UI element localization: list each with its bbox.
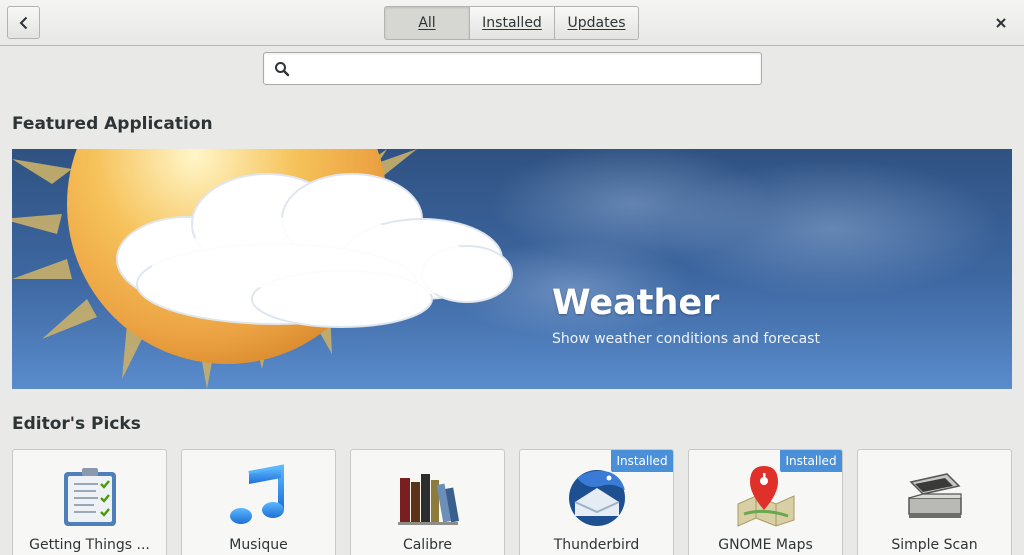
featured-app-description: Show weather conditions and forecast xyxy=(552,331,820,347)
thunderbird-icon xyxy=(569,470,625,526)
getting-things-gnome-icon xyxy=(64,468,116,526)
app-tile-calibre[interactable]: Calibre xyxy=(350,449,505,555)
app-name: Musique xyxy=(229,537,288,553)
chevron-left-icon xyxy=(19,16,27,29)
view-switcher: All Installed Updates xyxy=(384,6,639,40)
header-bar: All Installed Updates xyxy=(0,0,1024,46)
app-tile-getting-things-gnome[interactable]: Getting Things ... xyxy=(12,449,167,555)
back-button[interactable] xyxy=(7,6,40,39)
tab-installed[interactable]: Installed xyxy=(470,6,555,40)
close-icon xyxy=(996,18,1006,28)
app-tile-simple-scan[interactable]: Simple Scan xyxy=(857,449,1012,555)
featured-banner[interactable]: Weather Show weather conditions and fore… xyxy=(12,149,1012,389)
app-name: Simple Scan xyxy=(891,537,978,553)
featured-section-title: Featured Application xyxy=(12,114,213,134)
map-pin-icon xyxy=(737,466,795,527)
weather-illustration xyxy=(12,149,1002,389)
app-tile-thunderbird[interactable]: Installed Thunderbird xyxy=(519,449,674,555)
music-note-icon xyxy=(230,464,284,524)
search-input[interactable] xyxy=(298,53,756,84)
editors-picks-title: Editor's Picks xyxy=(12,414,141,434)
search-box[interactable] xyxy=(263,52,762,85)
scanner-icon xyxy=(908,473,962,518)
app-tile-gnome-maps[interactable]: Installed GNOME Maps xyxy=(688,449,843,555)
search-icon xyxy=(275,62,290,77)
close-button[interactable] xyxy=(992,14,1010,32)
app-name: Getting Things ... xyxy=(29,537,150,553)
app-name: Calibre xyxy=(402,537,453,553)
tab-updates[interactable]: Updates xyxy=(555,6,639,40)
tab-all[interactable]: All xyxy=(384,6,470,40)
app-name: GNOME Maps xyxy=(718,537,813,553)
app-name: Thunderbird xyxy=(553,537,640,553)
app-tile-musique[interactable]: Musique xyxy=(181,449,336,555)
books-icon xyxy=(398,474,460,525)
featured-app-name: Weather xyxy=(552,283,720,323)
